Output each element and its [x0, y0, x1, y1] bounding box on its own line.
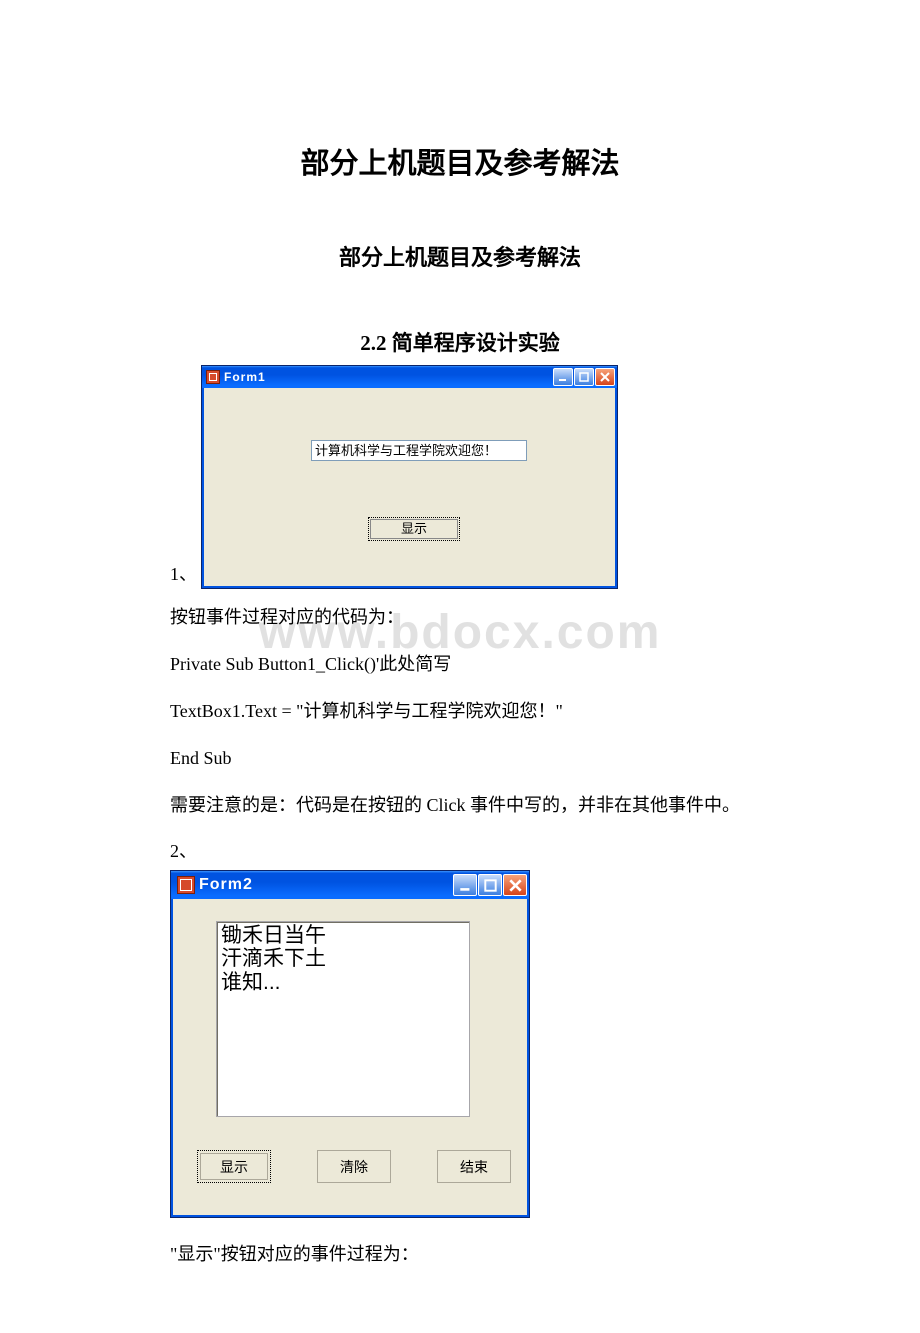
- form1-textbox[interactable]: 计算机科学与工程学院欢迎您！: [311, 440, 527, 461]
- form2-end-button[interactable]: 结束: [437, 1150, 511, 1183]
- form1-client-area: 计算机科学与工程学院欢迎您！ 显示: [202, 388, 617, 588]
- code-line-2: TextBox1.Text = "计算机科学与工程学院欢迎您！": [170, 693, 750, 730]
- paragraph-1: 按钮事件过程对应的代码为：: [170, 599, 750, 636]
- form-icon: [206, 370, 220, 384]
- form2-titlebar[interactable]: Form2: [171, 871, 529, 899]
- document-content: 部分上机题目及参考解法 部分上机题目及参考解法 2.2 简单程序设计实验 1、 …: [0, 0, 920, 1273]
- form1-window-buttons: [553, 368, 615, 386]
- form2-button-row: 显示 清除 结束: [197, 1150, 511, 1183]
- form2-client-area: 锄禾日当午 汗滴禾下土 谁知... 显示 清除 结束: [171, 899, 529, 1217]
- form-icon: [177, 876, 195, 894]
- doc-title: 部分上机题目及参考解法: [170, 140, 750, 182]
- minimize-button[interactable]: [453, 874, 477, 896]
- item-1-label: 1、: [170, 560, 197, 586]
- section-heading: 2.2 简单程序设计实验: [170, 327, 750, 357]
- form1-title-text: Form1: [224, 370, 553, 384]
- minimize-button[interactable]: [553, 368, 573, 386]
- form2-clear-button[interactable]: 清除: [317, 1150, 391, 1183]
- code-line-1: Private Sub Button1_Click()'此处简写: [170, 646, 750, 683]
- form2-show-button[interactable]: 显示: [197, 1150, 271, 1183]
- form2-window-buttons: [453, 874, 527, 896]
- close-button[interactable]: [595, 368, 615, 386]
- paragraph-note: 需要注意的是：代码是在按钮的 Click 事件中写的，并非在其他事件中。: [170, 787, 750, 824]
- form2-textarea[interactable]: 锄禾日当午 汗滴禾下土 谁知...: [216, 921, 470, 1117]
- form1-titlebar[interactable]: Form1: [202, 366, 617, 388]
- maximize-button[interactable]: [478, 874, 502, 896]
- item-2-label: 2、: [170, 833, 750, 870]
- doc-subtitle: 部分上机题目及参考解法: [170, 240, 750, 272]
- paragraph-7: "显示"按钮对应的事件过程为：: [170, 1236, 750, 1273]
- close-button[interactable]: [503, 874, 527, 896]
- maximize-button[interactable]: [574, 368, 594, 386]
- code-line-3: End Sub: [170, 740, 750, 777]
- item-1-row: 1、 Form1 计算机科学与工程学院欢: [170, 365, 750, 589]
- form1-window: Form1 计算机科学与工程学院欢迎您！ 显示: [201, 365, 618, 589]
- form1-show-button[interactable]: 显示: [368, 517, 460, 541]
- form2-show-button-label: 显示: [200, 1153, 268, 1180]
- form2-title-text: Form2: [199, 876, 453, 894]
- form2-window: Form2 锄禾日当午 汗滴禾下土 谁知... 显示 清除 结束: [170, 870, 530, 1218]
